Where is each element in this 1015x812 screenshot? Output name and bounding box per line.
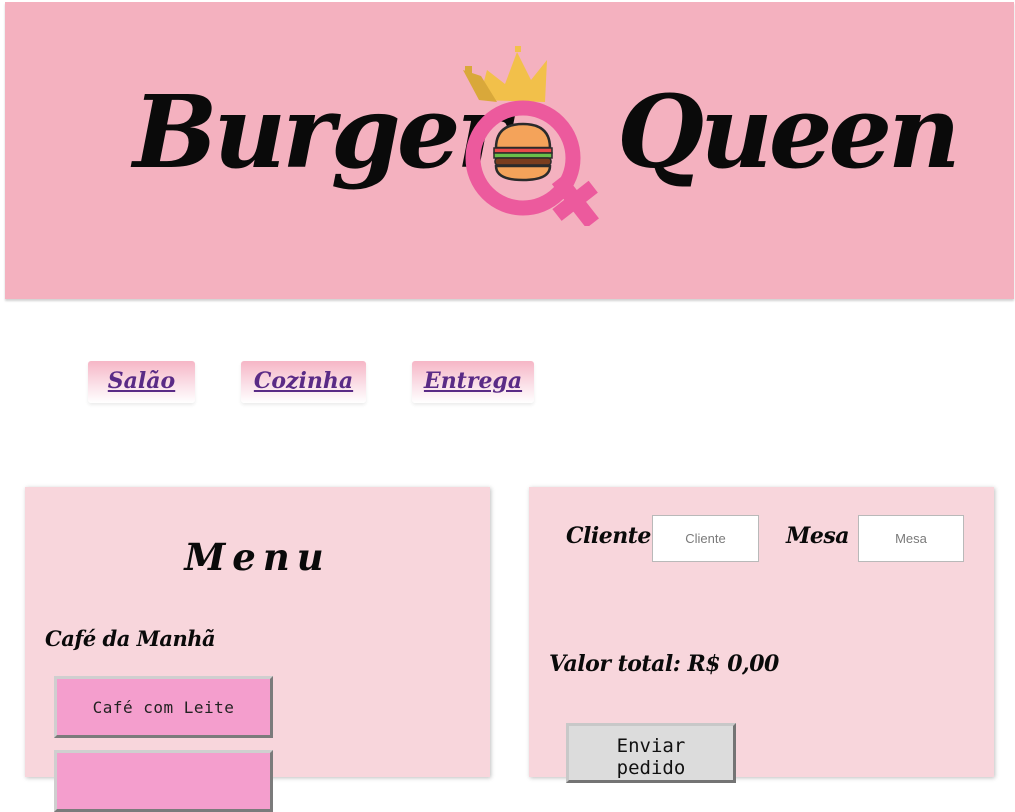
breakfast-section-title: Café da Manhã [45, 626, 216, 651]
tab-salao-label: Salão [107, 368, 176, 394]
logo-text-burger: Burger [133, 73, 509, 191]
tab-salao[interactable]: Salão [88, 361, 195, 403]
order-panel: Cliente Mesa Valor total: R$ 0,00 Enviar… [529, 487, 994, 783]
client-input[interactable] [652, 515, 759, 562]
tab-entrega[interactable]: Entrega [412, 361, 534, 403]
header-banner: Burger Queen [5, 2, 1014, 299]
tab-cozinha-label: Cozinha [253, 368, 354, 394]
menu-item-button[interactable]: Café com Leite [54, 676, 273, 738]
table-input[interactable] [858, 515, 964, 562]
burger-venus-crown-icon [463, 46, 599, 226]
client-label: Cliente [566, 523, 651, 549]
table-label: Mesa [786, 523, 850, 549]
crown-icon [463, 46, 547, 102]
logo-text-queen: Queen [617, 73, 961, 191]
menu-panel: Menu Café da Manhã Café com Leite [25, 487, 490, 812]
tab-cozinha[interactable]: Cozinha [241, 361, 366, 403]
total-value: Valor total: R$ 0,00 [549, 651, 779, 677]
menu-title: Menu [184, 535, 331, 579]
burger-icon [493, 122, 553, 182]
send-order-button[interactable]: Enviar pedido [566, 723, 736, 783]
tab-entrega-label: Entrega [423, 368, 523, 394]
menu-item-button[interactable] [54, 750, 273, 812]
